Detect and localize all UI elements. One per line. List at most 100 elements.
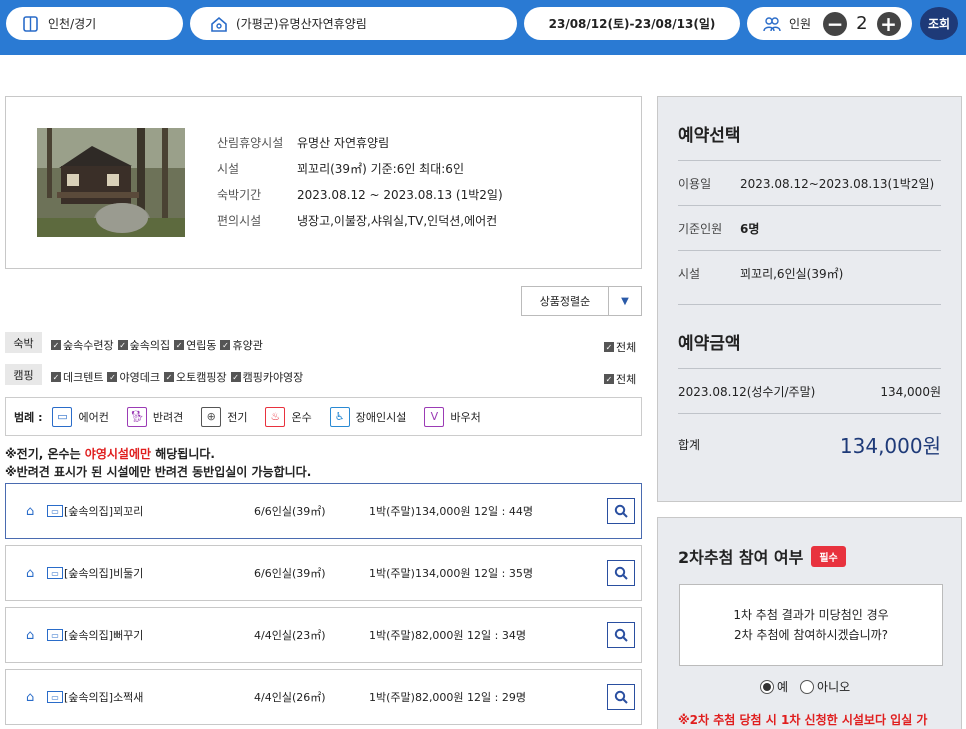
view-detail-button[interactable] [607, 684, 635, 710]
amount-title: 예약금액 [678, 304, 941, 369]
filter-checkbox[interactable]: ✓ 휴양관 [220, 337, 263, 353]
accessibility-icon: ♿︎ [329, 406, 350, 427]
filter-checkbox[interactable]: ✓ 숲속의집 [117, 337, 171, 353]
yes-radio[interactable]: 예 [760, 678, 788, 695]
pet-dog-icon: 🐕︎ [126, 406, 147, 427]
sort-select[interactable]: 상품정렬순 ▼ [521, 286, 642, 316]
people-label: 인원 [789, 17, 812, 31]
legend-title: 범례 : [14, 410, 43, 424]
checkbox-checked-icon: ✓ [117, 340, 128, 350]
checkbox-checked-icon: ✓ [163, 372, 174, 382]
legend-item: V 바우처 [424, 406, 481, 427]
camp-filter-list: ✓ 데크텐트 ✓ 야영데크 ✓ 오토캠핑장 ✓ 캠핑카야영장 [51, 369, 303, 385]
info-key: 편의시설 [217, 213, 262, 228]
people-selector: 인원 − 2 + [747, 7, 912, 40]
legend-label: 전기 [227, 410, 248, 424]
no-radio[interactable]: 아니오 [800, 678, 850, 695]
date-label: 23/08/12(토)-23/08/13(일) [548, 17, 716, 31]
legend-item: 🐕︎ 반려견 [126, 406, 183, 427]
electric-plug-icon: ⊕ [201, 406, 222, 427]
air-conditioner-icon: ▭ [47, 629, 63, 641]
info-row: 숙박기간 2023.08.12 ~ 2023.08.13 (1박2일) [217, 181, 503, 207]
filter-checkbox[interactable]: ✓ 숲속수련장 [51, 337, 114, 353]
amount-value: 134,000원 [880, 384, 941, 399]
info-value: 유명산 자연휴양림 [297, 135, 390, 150]
voucher-icon: V [424, 406, 445, 427]
filter-checkbox[interactable]: ✓ 데크텐트 [51, 369, 103, 385]
info-value: 2023.08.12 ~ 2023.08.13 (1박2일) [297, 187, 503, 202]
legend-label: 에어컨 [78, 410, 109, 424]
filter-label: 오토캠핑장 [175, 371, 227, 384]
room-price: 1박(주말)134,000원 12일 : 44명 [369, 505, 533, 518]
notice-text-part: 해당됩니다. [151, 447, 215, 461]
room-row[interactable]: ⌂ ▭ [숲속의집]꾀꼬리 6/6인실(39㎡) 1박(주말)134,000원 … [5, 483, 642, 539]
room-row[interactable]: ⌂ ▭ [숲속의집]소쩍새 4/4인실(26㎡) 1박(주말)82,000원 1… [5, 669, 642, 725]
info-key: 숙박기간 [217, 187, 262, 202]
filter-checkbox[interactable]: ✓ 야영데크 [107, 369, 160, 385]
total-value: 134,000원 [839, 433, 941, 458]
camp-all-checkbox[interactable]: ✓ 전체 [604, 371, 636, 387]
stay-filter-list: ✓ 숲속수련장 ✓ 숲속의집 ✓ 연립동 ✓ 휴양관 [51, 337, 263, 353]
checkbox-checked-icon: ✓ [51, 372, 61, 382]
filter-checkbox[interactable]: ✓ 오토캠핑장 [163, 369, 227, 385]
notice-text: ※전기, 온수는 야영시설에만 해당됩니다. ※반려견 표시가 된 시설에만 반… [5, 445, 311, 481]
search-button[interactable]: 조회 [920, 7, 958, 40]
decrease-people-button[interactable]: − [823, 11, 848, 36]
lottery-title-text: 2차추첨 참여 여부 [678, 548, 804, 567]
air-conditioner-icon: ▭ [52, 406, 73, 427]
home-icon: ⌂ [26, 689, 35, 705]
amount-date: 2023.08.12(성수기/주말) [678, 384, 816, 399]
top-search-bar: 인천/경기 (가평군)유명산자연휴양림 23/08/12(토)-23/08/13… [0, 0, 966, 55]
room-name: [숲속의집]소쩍새 [64, 691, 144, 704]
radio-label: 아니오 [817, 680, 851, 694]
view-detail-button[interactable] [607, 498, 635, 524]
stay-all-checkbox[interactable]: ✓ 전체 [604, 339, 636, 355]
summary-value: 꾀꼬리,6인실(39㎡) [740, 267, 844, 281]
facility-info-card: 산림휴양시설 유명산 자연휴양림 시설 꾀꼬리(39㎡) 기준:6인 최대:6인 숙… [5, 96, 642, 269]
room-row[interactable]: ⌂ ▭ [숲속의집]뻐꾸기 4/4인실(23㎡) 1박(주말)82,000원 1… [5, 607, 642, 663]
home-icon: ⌂ [26, 503, 35, 519]
room-capacity: 4/4인실(26㎡) [254, 691, 326, 704]
filter-checkbox[interactable]: ✓ 캠핑카야영장 [230, 369, 304, 385]
summary-row-use-date: 이용일 2023.08.12~2023.08.13(1박2일) [678, 161, 941, 206]
radio-selected-icon [760, 679, 774, 694]
air-conditioner-icon: ▭ [47, 691, 63, 703]
view-detail-button[interactable] [607, 622, 635, 648]
home-icon: ⌂ [26, 565, 35, 581]
dropdown-arrow-icon: ▼ [621, 295, 629, 307]
filter-tag-stay: 숙박 [5, 332, 42, 353]
required-badge: 필수 [811, 545, 846, 567]
legend-bar: 범례 : ▭ 에어컨 🐕︎ 반려견 ⊕ 전기 ♨ 온수 ♿︎ 장애인시설 V 바우처 [5, 397, 642, 436]
info-value: 꾀꼬리(39㎡) 기준:6인 최대:6인 [297, 161, 464, 176]
place-selector[interactable]: (가평군)유명산자연휴양림 [190, 7, 517, 40]
filter-label: 캠핑카야영장 [242, 371, 304, 384]
filter-label: 숲속의집 [129, 339, 171, 352]
room-capacity: 4/4인실(23㎡) [254, 629, 326, 642]
lottery-question-line: 2차 추첨에 참여하시겠습니까? [733, 628, 889, 642]
map-book-icon [22, 15, 40, 33]
total-label: 합계 [678, 437, 701, 452]
checkbox-checked-icon: ✓ [604, 342, 614, 352]
checkbox-checked-icon: ✓ [230, 372, 241, 382]
view-detail-button[interactable] [607, 560, 635, 586]
lottery-title: 2차추첨 참여 여부 필수 [678, 544, 846, 568]
lottery-radio-group: 예 아니오 [760, 678, 850, 695]
increase-people-button[interactable]: + [876, 11, 901, 36]
lottery-question-box: 1차 추첨 결과가 미당첨인 경우 2차 추첨에 참여하시겠습니까? [679, 584, 943, 666]
people-count: 2 [856, 13, 868, 34]
room-row[interactable]: ⌂ ▭ [숲속의집]비둘기 6/6인실(39㎡) 1박(주말)134,000원 … [5, 545, 642, 601]
checkbox-checked-icon: ✓ [174, 340, 185, 350]
filter-label: 야영데크 [119, 371, 160, 384]
region-selector[interactable]: 인천/경기 [6, 7, 183, 40]
room-name: [숲속의집]꾀꼬리 [64, 505, 144, 518]
info-key: 산림휴양시설 [217, 135, 284, 150]
room-price: 1박(주말)82,000원 12일 : 34명 [369, 629, 526, 642]
room-price: 1박(주말)82,000원 12일 : 29명 [369, 691, 526, 704]
date-selector[interactable]: 23/08/12(토)-23/08/13(일) [524, 7, 740, 40]
reservation-summary-panel: 예약선택 이용일 2023.08.12~2023.08.13(1박2일) 기준인원… [657, 96, 962, 502]
summary-key: 시설 [678, 267, 701, 281]
room-capacity: 6/6인실(39㎡) [254, 505, 326, 518]
legend-item: ♿︎ 장애인시설 [329, 406, 406, 427]
info-value: 냉장고,이불장,샤워실,TV,인덕션,에어컨 [297, 213, 498, 228]
filter-checkbox[interactable]: ✓ 연립동 [174, 337, 216, 353]
